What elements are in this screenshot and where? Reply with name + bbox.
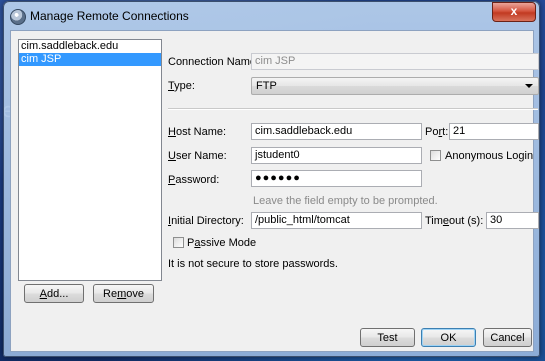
user-name-field[interactable]: jstudent0 [251, 147, 422, 164]
add-button[interactable]: Add... [24, 284, 84, 303]
ok-button[interactable]: OK [421, 328, 476, 347]
type-dropdown[interactable]: FTP [251, 77, 539, 95]
passive-mode-checkbox[interactable] [173, 237, 184, 248]
divider [168, 108, 538, 110]
type-selected-value: FTP [256, 80, 277, 92]
close-icon: x [510, 4, 518, 18]
timeout-label: Timeout (s): [425, 215, 484, 227]
connection-list[interactable]: cim.saddleback.edu cim JSP [18, 39, 162, 281]
anonymous-login-label: Anonymous Login [445, 150, 534, 162]
remove-button[interactable]: Remove [93, 284, 154, 303]
initial-directory-label: Initial Directory: [168, 215, 244, 227]
port-field[interactable]: 21 [449, 123, 539, 140]
initial-directory-field[interactable]: /public_html/tomcat [251, 212, 422, 229]
password-hint: Leave the field empty to be prompted. [253, 195, 438, 207]
connection-list-item[interactable]: cim.saddleback.edu [19, 40, 161, 53]
port-label: Port: [425, 126, 449, 138]
window-title: Manage Remote Connections [30, 9, 189, 23]
connection-name-field: cim JSP [251, 53, 539, 70]
security-note: It is not secure to store passwords. [168, 258, 338, 270]
dialog-body: cim.saddleback.edu cim JSP Add... Remove… [10, 30, 539, 352]
type-label: Type: [168, 80, 195, 92]
netbeans-cube-icon [10, 9, 26, 25]
password-label: Password: [168, 174, 220, 186]
title-bar[interactable]: Manage Remote Connections x [3, 1, 540, 30]
password-field[interactable]: ●●●●●● [251, 170, 422, 187]
connection-list-item-selected[interactable]: cim JSP [19, 53, 161, 66]
host-name-field[interactable]: cim.saddleback.edu [251, 123, 422, 140]
test-button[interactable]: Test [360, 328, 415, 347]
manage-remote-connections-dialog: Manage Remote Connections x cim.saddleba… [3, 1, 540, 357]
anonymous-login-checkbox[interactable] [430, 150, 441, 161]
passive-mode-label: Passive Mode [187, 237, 257, 249]
connection-name-label: Connection Name: [168, 56, 260, 68]
close-button[interactable]: x [492, 2, 536, 22]
user-name-label: User Name: [168, 150, 227, 162]
timeout-field[interactable]: 30 [486, 212, 539, 229]
chevron-down-icon [525, 84, 533, 88]
host-name-label: Host Name: [168, 126, 227, 138]
cancel-button[interactable]: Cancel [483, 328, 532, 347]
